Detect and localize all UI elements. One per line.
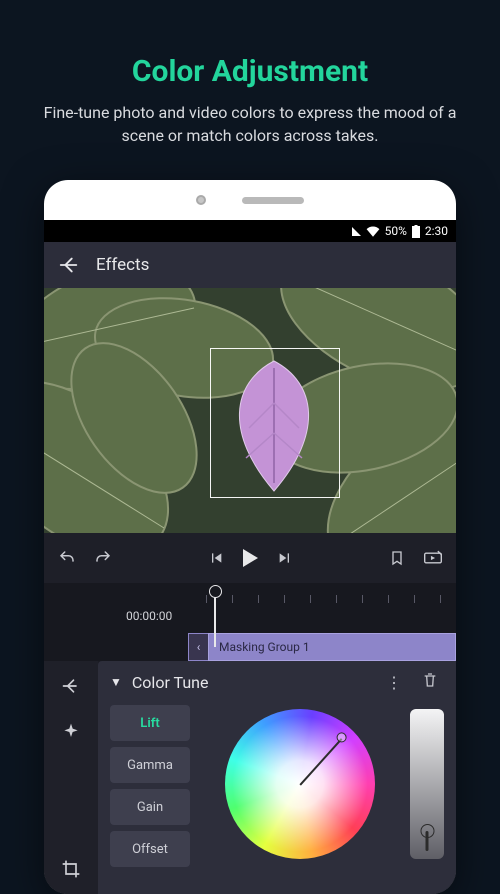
color-tune-panel: ▼ Color Tune ⋮ Lift Gamma Gain Offset [98,661,456,894]
promo-title: Color Adjustment [0,0,500,89]
next-frame-button[interactable] [276,549,294,567]
luminance-handle[interactable] [426,831,429,851]
play-icon [243,549,258,567]
undo-button[interactable] [58,549,76,567]
playhead-time: 00:00:00 [126,609,172,623]
back-button[interactable] [58,254,80,276]
effects-panel: ▼ Color Tune ⋮ Lift Gamma Gain Offset [44,661,456,894]
color-param-tabs: Lift Gamma Gain Offset [110,705,190,867]
playhead[interactable] [214,589,216,647]
battery-icon [412,225,420,238]
effects-sidebar [44,661,98,894]
clip-masking-group[interactable]: Masking Group 1 [208,633,456,661]
delete-button[interactable] [416,671,444,693]
panel-title: Color Tune [132,673,209,692]
preview-viewport[interactable] [44,288,456,533]
speaker-grille [242,197,304,204]
color-wheel-indicator[interactable] [299,738,342,785]
more-button[interactable]: ⋮ [380,673,408,692]
transport-bar [44,533,456,583]
camera-lens-icon [196,195,206,205]
loop-range-button[interactable] [424,549,442,567]
bookmark-button[interactable] [388,549,406,567]
tab-offset[interactable]: Offset [110,831,190,867]
tab-lift[interactable]: Lift [110,705,190,741]
device-frame: 50% 2:30 Effects [44,180,456,894]
redo-button[interactable] [94,549,112,567]
clip-trim-handle[interactable]: ‹ [188,633,208,661]
device-notch [44,180,456,220]
wifi-icon [366,226,380,237]
play-button[interactable] [243,549,258,567]
color-wheel[interactable] [225,709,375,859]
crop-icon[interactable] [60,858,82,880]
collapse-caret-icon[interactable]: ▼ [110,675,122,689]
luminance-slider[interactable] [410,709,444,859]
selection-box[interactable] [210,348,340,498]
prev-frame-button[interactable] [207,549,225,567]
panel-back-button[interactable] [60,675,82,697]
timeline[interactable]: 00:00:00 ‹ Masking Group 1 [44,583,456,661]
tab-gamma[interactable]: Gamma [110,747,190,783]
cell-signal-icon [352,227,361,236]
timeline-track[interactable]: ‹ Masking Group 1 [44,633,456,661]
clip-label: Masking Group 1 [219,640,310,654]
nav-bar: Effects [44,242,456,288]
clock: 2:30 [425,224,448,238]
status-bar: 50% 2:30 [44,220,456,242]
promo-subtitle: Fine-tune photo and video colors to expr… [0,89,500,147]
screen: 50% 2:30 Effects [44,220,456,894]
battery-pct: 50% [385,224,407,238]
nav-title: Effects [96,255,149,275]
tab-gain[interactable]: Gain [110,789,190,825]
timeline-ruler[interactable]: 00:00:00 [44,587,456,631]
sparkle-icon[interactable] [60,721,82,743]
timeline-ticks [206,595,456,603]
